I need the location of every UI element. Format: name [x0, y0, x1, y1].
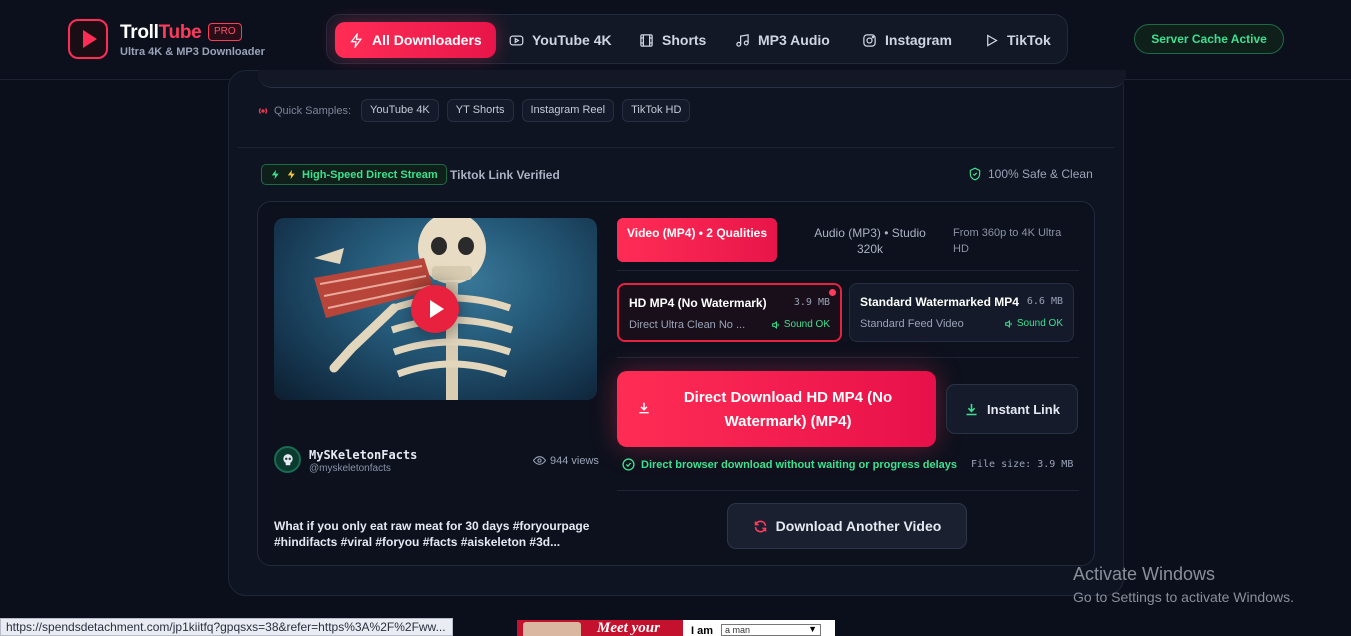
- download-icon: [966, 403, 977, 415]
- ad-banner[interactable]: Meet your I am a man ▼: [517, 620, 835, 636]
- quick-samples: Quick Samples: YouTube 4K YT Shorts Inst…: [257, 99, 691, 122]
- eye-icon: [533, 456, 546, 465]
- bolt-icon: [287, 169, 295, 180]
- check-circle-icon: [622, 458, 635, 471]
- download-another-button[interactable]: Download Another Video: [727, 503, 967, 549]
- divider: [617, 357, 1079, 358]
- nav-instagram[interactable]: Instagram: [848, 22, 966, 58]
- sample-chip-tiktok-hd[interactable]: TikTok HD: [622, 99, 691, 122]
- play-button[interactable]: [411, 285, 459, 333]
- ad-photo: [523, 622, 581, 636]
- nav-all-downloaders[interactable]: All Downloaders: [335, 22, 496, 58]
- browser-status-url: https://spendsdetachment.com/jp1kiitfq?g…: [0, 618, 453, 636]
- section-divider: [238, 147, 1114, 148]
- direct-download-note: Direct browser download without waiting …: [622, 458, 957, 471]
- sample-chip-youtube-4k[interactable]: YouTube 4K: [361, 99, 439, 122]
- pro-badge: PRO: [208, 23, 242, 41]
- url-input-area: [258, 70, 1126, 88]
- safe-label: 100% Safe & Clean: [968, 167, 1093, 181]
- view-count: 944 views: [533, 454, 599, 467]
- film-icon: [640, 33, 653, 47]
- instant-link-button[interactable]: Instant Link: [946, 384, 1078, 434]
- video-caption: What if you only eat raw meat for 30 day…: [274, 519, 590, 549]
- brand-name[interactable]: TrollTube: [120, 22, 202, 44]
- file-size: File size: 3.9 MB: [971, 459, 1074, 470]
- sample-chip-instagram-reel[interactable]: Instagram Reel: [521, 99, 615, 122]
- main-nav: All Downloaders YouTube 4K Shorts MP3 Au…: [326, 14, 1068, 64]
- nav-youtube-4k[interactable]: YouTube 4K: [495, 22, 626, 58]
- refresh-icon: [754, 520, 766, 532]
- quality-option-standard[interactable]: Standard Watermarked MP4 6.6 MB Standard…: [849, 283, 1074, 342]
- music-icon: [736, 33, 749, 47]
- divider: [617, 270, 1079, 271]
- broadcast-icon: [258, 107, 268, 114]
- bolt-icon: [350, 32, 363, 48]
- chevron-down-icon: ▼: [808, 624, 817, 634]
- nav-mp3-audio[interactable]: MP3 Audio: [721, 22, 844, 58]
- shield-check-icon: [969, 167, 981, 181]
- nav-tiktok[interactable]: TikTok: [970, 22, 1065, 58]
- server-cache-status[interactable]: Server Cache Active: [1134, 24, 1284, 54]
- selected-indicator: [829, 289, 836, 296]
- channel-name[interactable]: MySKeletonFacts: [309, 448, 417, 462]
- activate-windows-title: Activate Windows: [1073, 564, 1216, 584]
- nav-shorts[interactable]: Shorts: [625, 22, 720, 58]
- top-header: TrollTube PRO Ultra 4K & MP3 Downloader …: [0, 0, 1351, 80]
- ad-select[interactable]: a man ▼: [721, 624, 821, 636]
- play-icon: [430, 300, 444, 318]
- quality-option-hd[interactable]: HD MP4 (No Watermark) 3.9 MB Direct Ultr…: [617, 283, 842, 342]
- speaker-icon: [771, 320, 779, 329]
- high-speed-badge: High-Speed Direct Stream: [261, 164, 447, 185]
- tab-video-mp4[interactable]: Video (MP4) • 2 Qualities: [617, 218, 777, 262]
- youtube-icon: [509, 35, 524, 45]
- channel-handle: @myskeletonfacts: [309, 463, 391, 474]
- download-icon: [639, 402, 649, 414]
- direct-download-button[interactable]: Direct Download HD MP4 (No Watermark) (M…: [617, 371, 936, 447]
- sample-chip-yt-shorts[interactable]: YT Shorts: [446, 99, 514, 122]
- quality-range-note: From 360p to 4K Ultra HD: [953, 227, 1062, 255]
- play-outline-icon: [987, 33, 998, 47]
- logo-icon[interactable]: [68, 19, 108, 59]
- skull-icon: [282, 453, 293, 465]
- tagline: Ultra 4K & MP3 Downloader: [120, 46, 265, 58]
- avatar[interactable]: [274, 446, 301, 473]
- bolt-icon: [271, 169, 279, 180]
- speaker-icon: [1004, 319, 1012, 328]
- link-verified-label: Tiktok Link Verified: [450, 168, 560, 182]
- tab-audio-mp3[interactable]: Audio (MP3) • Studio 320k: [800, 225, 940, 257]
- divider: [617, 490, 1079, 491]
- activate-windows-subtitle: Go to Settings to activate Windows.: [1073, 589, 1294, 605]
- instagram-icon: [863, 33, 876, 47]
